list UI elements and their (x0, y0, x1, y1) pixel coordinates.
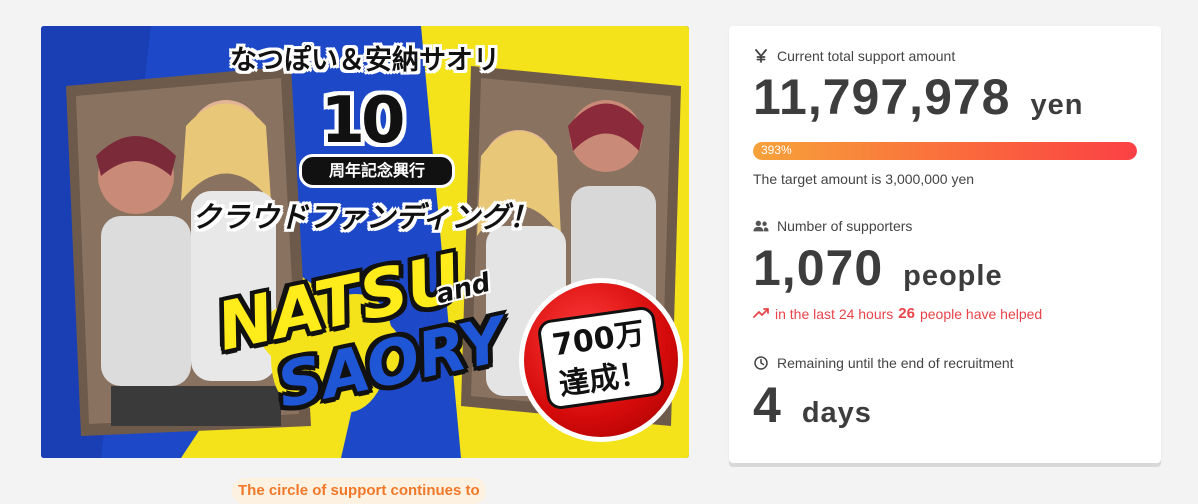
remaining-label: Remaining until the end of recruitment (777, 355, 1014, 371)
target-amount: The target amount is 3,000,000 yen (753, 171, 975, 187)
anniversary-label: 周年記念興行 (299, 154, 455, 188)
recent-supporters: in the last 24 hours 26 people have help… (753, 305, 1042, 322)
remaining-display: 4 days (753, 376, 872, 434)
amount-value: 11,797,978 (753, 69, 1011, 125)
remaining-label-row: Remaining until the end of recruitment (753, 355, 1014, 371)
amount-label-row: Current total support amount (753, 48, 955, 64)
supporters-label: Number of supporters (777, 218, 913, 234)
trend-suffix: people have helped (919, 305, 1043, 322)
amount-unit: yen (1030, 89, 1084, 121)
achievement-badge-text: 700万 達成！ (536, 305, 666, 411)
supporters-value: 1,070 (753, 240, 884, 296)
crowdfunding-label: クラウドファンディング！ (192, 200, 538, 234)
yen-icon (753, 48, 769, 64)
support-tagline: The circle of support continues to (232, 478, 486, 504)
amount-label: Current total support amount (777, 48, 956, 64)
trend-count: 26 (898, 305, 915, 322)
achievement-badge: 700万 達成！ (519, 278, 683, 442)
progress-bar: 393% (753, 142, 1137, 160)
people-icon (753, 218, 769, 234)
remaining-value: 4 (753, 377, 782, 433)
support-stats-card: Current total support amount 11,797,978 … (729, 26, 1161, 463)
supporters-label-row: Number of supporters (753, 218, 912, 234)
supporters-display: 1,070 people (753, 239, 1003, 297)
amount-display: 11,797,978 yen (753, 68, 1083, 126)
remaining-unit: days (801, 397, 872, 429)
hero-title: なつぽい＆安納サオリ (230, 45, 500, 76)
clock-icon (753, 355, 769, 371)
trend-prefix: in the last 24 hours (775, 305, 894, 322)
trending-up-icon (753, 307, 771, 321)
supporters-unit: people (903, 260, 1003, 292)
anniversary-number: 10 (320, 84, 405, 158)
progress-percent: 393% (761, 143, 792, 157)
project-hero-image: なつぽい＆安納サオリ 10 周年記念興行 クラウドファンディング！ NATSU … (41, 26, 689, 458)
progress-fill (753, 142, 1137, 160)
